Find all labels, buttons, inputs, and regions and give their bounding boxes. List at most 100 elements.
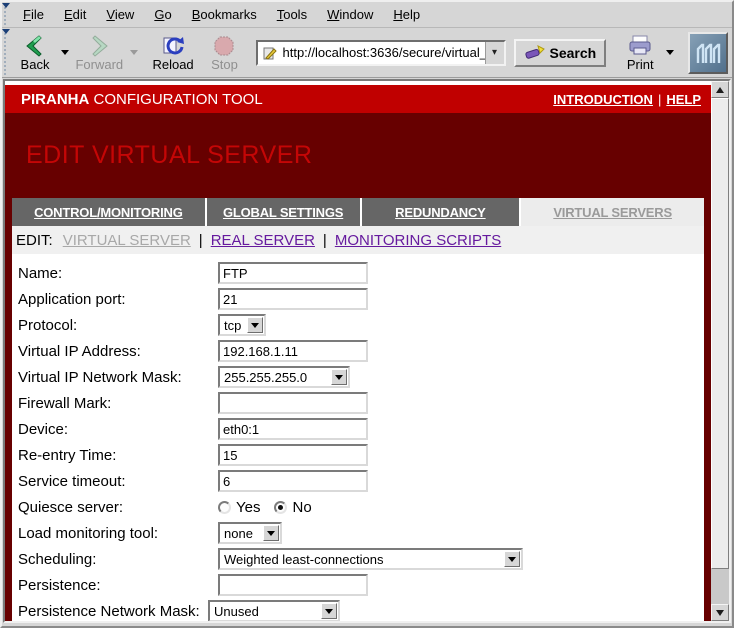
search-label: Search — [550, 45, 597, 61]
piranha-page: PIRANHA CONFIGURATION TOOL INTRODUCTION … — [5, 81, 711, 621]
search-button[interactable]: Search — [514, 39, 607, 67]
introduction-link[interactable]: INTRODUCTION — [553, 92, 653, 107]
mozilla-logo-button[interactable] — [688, 32, 728, 74]
scroll-down-button[interactable] — [711, 604, 729, 621]
brand-title: PIRANHA CONFIGURATION TOOL — [21, 91, 263, 108]
dropdown-arrow-icon — [331, 369, 347, 385]
header-separator: | — [658, 92, 661, 107]
back-button[interactable]: Back — [13, 30, 57, 76]
form-row-scheduling: Scheduling: Weighted least-connections — [18, 546, 704, 572]
name-input[interactable] — [218, 262, 368, 284]
subnav-real-server-link[interactable]: REAL SERVER — [211, 232, 315, 249]
menu-go[interactable]: Go — [144, 3, 181, 26]
protocol-label: Protocol: — [18, 317, 218, 334]
print-dropdown-icon[interactable] — [666, 50, 674, 55]
form-row-device: Device: — [18, 416, 704, 442]
menu-bar: File Edit View Go Bookmarks Tools Window… — [2, 2, 732, 28]
subnav-separator: | — [323, 232, 327, 249]
subnav-prefix: EDIT: — [16, 232, 53, 249]
vertical-scrollbar[interactable] — [711, 81, 729, 621]
radio-circle-icon — [218, 501, 231, 514]
dropdown-arrow-icon — [321, 603, 337, 619]
reentry-time-label: Re-entry Time: — [18, 447, 218, 464]
toolbar-grippy[interactable] — [2, 2, 11, 27]
subnav-monitoring-scripts-link[interactable]: MONITORING SCRIPTS — [335, 232, 501, 249]
stop-label: Stop — [211, 58, 238, 72]
scheduling-label: Scheduling: — [18, 551, 218, 568]
back-icon — [22, 34, 48, 58]
scrollbar-thumb[interactable] — [711, 98, 729, 569]
quiesce-yes-label: Yes — [236, 499, 260, 516]
toolbar-grippy[interactable] — [2, 28, 11, 77]
device-input[interactable] — [218, 418, 368, 440]
form-row-service-timeout: Service timeout: — [18, 468, 704, 494]
application-port-input[interactable] — [218, 288, 368, 310]
edit-subnav: EDIT: VIRTUAL SERVER | REAL SERVER | MON… — [12, 226, 704, 254]
dropdown-arrow-icon — [504, 551, 520, 567]
form-row-virtual-ip-mask: Virtual IP Network Mask: 255.255.255.0 — [18, 364, 704, 390]
menu-view[interactable]: View — [96, 3, 144, 26]
forward-button[interactable]: Forward — [73, 30, 126, 76]
page-bookmark-icon — [262, 45, 278, 61]
url-dropdown-icon[interactable]: ▾ — [485, 42, 504, 64]
menu-bookmarks[interactable]: Bookmarks — [182, 3, 267, 26]
virtual-ip-input[interactable] — [218, 340, 368, 362]
load-monitoring-label: Load monitoring tool: — [18, 525, 218, 542]
stop-button[interactable]: Stop — [202, 30, 246, 76]
persistence-label: Persistence: — [18, 577, 218, 594]
virtual-ip-mask-select[interactable]: 255.255.255.0 — [218, 366, 350, 388]
page-title: EDIT VIRTUAL SERVER — [26, 141, 711, 170]
reload-button[interactable]: Reload — [150, 30, 197, 76]
protocol-select[interactable]: tcp — [218, 314, 266, 336]
persistence-input[interactable] — [218, 574, 368, 596]
search-flashlight-icon — [524, 44, 546, 62]
reentry-time-input[interactable] — [218, 444, 368, 466]
persistence-mask-value: Unused — [210, 604, 321, 619]
content-viewport: PIRANHA CONFIGURATION TOOL INTRODUCTION … — [3, 79, 731, 623]
quiesce-yes-radio[interactable]: Yes — [218, 499, 260, 516]
scroll-up-button[interactable] — [711, 81, 729, 98]
url-input[interactable] — [282, 45, 484, 60]
help-link[interactable]: HELP — [666, 92, 701, 107]
tab-virtual-servers[interactable]: VIRTUAL SERVERS — [521, 198, 704, 226]
quiesce-no-radio[interactable]: No — [274, 499, 311, 516]
virtual-ip-mask-label: Virtual IP Network Mask: — [18, 369, 218, 386]
form-row-virtual-ip: Virtual IP Address: — [18, 338, 704, 364]
firewall-mark-input[interactable] — [218, 392, 368, 414]
tab-redundancy[interactable]: REDUNDANCY — [362, 198, 520, 226]
load-monitoring-value: none — [220, 526, 263, 541]
tab-bar: CONTROL/MONITORING GLOBAL SETTINGS REDUN… — [12, 198, 704, 226]
tab-control-monitoring[interactable]: CONTROL/MONITORING — [12, 198, 205, 226]
scrollbar-track[interactable] — [711, 98, 729, 604]
persistence-mask-select[interactable]: Unused — [208, 600, 340, 621]
form-row-name: Name: — [18, 260, 704, 286]
print-label: Print — [627, 58, 654, 72]
quiesce-no-label: No — [292, 499, 311, 516]
dropdown-arrow-icon — [247, 317, 263, 333]
menu-window[interactable]: Window — [317, 3, 383, 26]
menu-help[interactable]: Help — [383, 3, 430, 26]
menu-file[interactable]: File — [13, 3, 54, 26]
application-port-label: Application port: — [18, 291, 218, 308]
menu-tools[interactable]: Tools — [267, 3, 317, 26]
scheduling-select[interactable]: Weighted least-connections — [218, 548, 523, 570]
brand-secondary: CONFIGURATION TOOL — [89, 91, 262, 108]
load-monitoring-select[interactable]: none — [218, 522, 282, 544]
print-button[interactable]: Print — [618, 30, 662, 76]
reload-icon — [160, 34, 186, 58]
back-dropdown-icon[interactable] — [61, 50, 69, 55]
quiesce-radio-group: Yes No — [218, 499, 320, 516]
url-bar[interactable]: ▾ — [256, 40, 505, 66]
service-timeout-label: Service timeout: — [18, 473, 218, 490]
quiesce-server-label: Quiesce server: — [18, 499, 218, 516]
navigation-toolbar: Back Forward Reload Stop — [2, 28, 732, 78]
forward-dropdown-icon — [130, 50, 138, 55]
firewall-mark-label: Firewall Mark: — [18, 395, 218, 412]
menu-edit[interactable]: Edit — [54, 3, 96, 26]
form-row-reentry-time: Re-entry Time: — [18, 442, 704, 468]
tab-global-settings[interactable]: GLOBAL SETTINGS — [207, 198, 360, 226]
form-row-application-port: Application port: — [18, 286, 704, 312]
stop-icon — [211, 34, 237, 58]
mozilla-m-icon — [691, 37, 725, 69]
service-timeout-input[interactable] — [218, 470, 368, 492]
